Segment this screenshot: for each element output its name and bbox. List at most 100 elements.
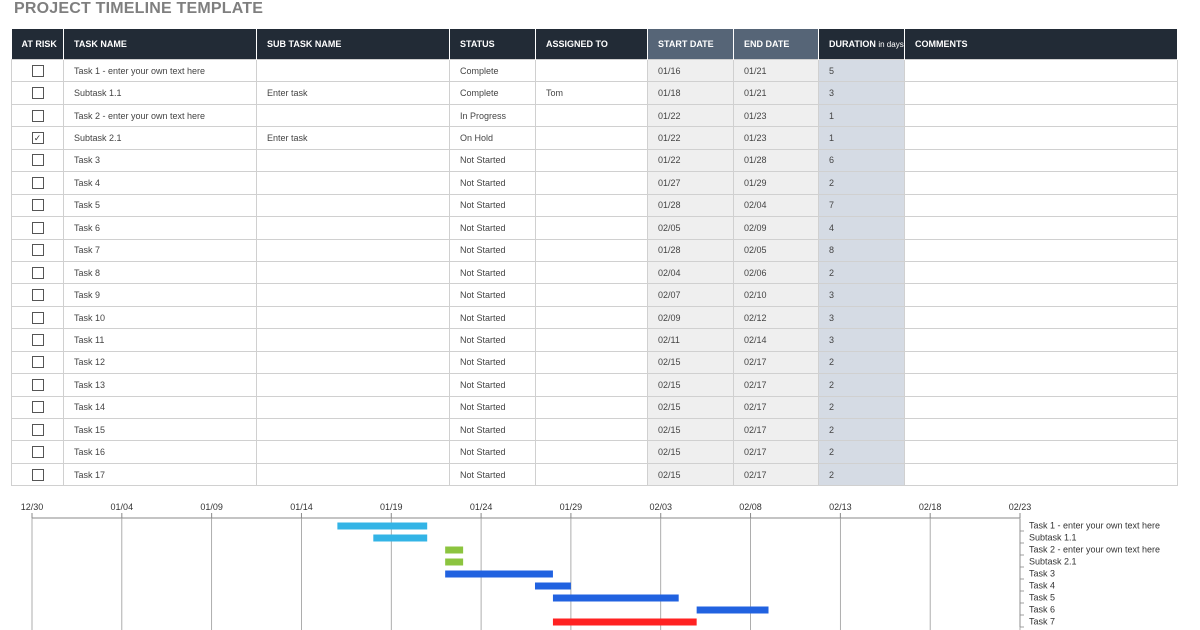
end-date-cell[interactable]: 02/09 [733, 216, 819, 240]
at-risk-checkbox[interactable] [31, 289, 44, 302]
at-risk-checkbox[interactable] [31, 333, 44, 346]
end-date-cell[interactable]: 02/17 [733, 395, 819, 420]
comments-cell[interactable] [904, 305, 1178, 330]
duration-cell[interactable]: 7 [818, 193, 905, 218]
at-risk-checkbox[interactable] [31, 109, 44, 122]
start-date-cell[interactable]: 02/11 [647, 328, 734, 352]
sub-task-cell[interactable] [256, 328, 450, 352]
comments-cell[interactable] [904, 395, 1178, 420]
assigned-to-cell[interactable]: Tom [535, 81, 648, 105]
comments-cell[interactable] [904, 103, 1178, 128]
end-date-cell[interactable]: 02/06 [733, 260, 819, 285]
sub-task-cell[interactable] [256, 417, 450, 442]
comments-cell[interactable] [904, 373, 1178, 397]
end-date-cell[interactable]: 01/23 [733, 126, 819, 150]
start-date-cell[interactable]: 01/22 [647, 148, 734, 173]
duration-cell[interactable]: 6 [818, 148, 905, 173]
end-date-cell[interactable]: 02/17 [733, 462, 819, 487]
comments-cell[interactable] [904, 126, 1178, 150]
start-date-cell[interactable]: 02/15 [647, 373, 734, 397]
end-date-cell[interactable]: 01/29 [733, 171, 819, 195]
task-name-cell[interactable]: Subtask 1.1 [63, 81, 257, 105]
status-cell[interactable]: Not Started [449, 417, 536, 442]
assigned-to-cell[interactable] [535, 260, 648, 285]
comments-cell[interactable] [904, 81, 1178, 105]
end-date-cell[interactable]: 01/21 [733, 58, 819, 83]
at-risk-checkbox[interactable] [31, 87, 44, 100]
at-risk-checkbox[interactable] [31, 221, 44, 234]
comments-cell[interactable] [904, 283, 1178, 307]
start-date-cell[interactable]: 01/16 [647, 58, 734, 83]
duration-cell[interactable]: 2 [818, 440, 905, 464]
duration-cell[interactable]: 3 [818, 81, 905, 105]
start-date-cell[interactable]: 01/28 [647, 238, 734, 262]
assigned-to-cell[interactable] [535, 440, 648, 464]
sub-task-cell[interactable] [256, 148, 450, 173]
duration-cell[interactable]: 3 [818, 305, 905, 330]
sub-task-cell[interactable]: Enter task [256, 126, 450, 150]
duration-cell[interactable]: 2 [818, 395, 905, 420]
end-date-cell[interactable]: 02/17 [733, 417, 819, 442]
duration-cell[interactable]: 1 [818, 126, 905, 150]
at-risk-checkbox[interactable] [31, 199, 44, 212]
sub-task-cell[interactable] [256, 58, 450, 83]
status-cell[interactable]: Not Started [449, 328, 536, 352]
start-date-cell[interactable]: 02/15 [647, 417, 734, 442]
assigned-to-cell[interactable] [535, 417, 648, 442]
task-name-cell[interactable]: Task 2 - enter your own text here [63, 103, 257, 128]
comments-cell[interactable] [904, 171, 1178, 195]
assigned-to-cell[interactable] [535, 328, 648, 352]
status-cell[interactable]: Not Started [449, 305, 536, 330]
end-date-cell[interactable]: 01/23 [733, 103, 819, 128]
comments-cell[interactable] [904, 440, 1178, 464]
duration-cell[interactable]: 3 [818, 328, 905, 352]
end-date-cell[interactable]: 02/17 [733, 440, 819, 464]
assigned-to-cell[interactable] [535, 103, 648, 128]
task-name-cell[interactable]: Task 6 [63, 216, 257, 240]
at-risk-checkbox[interactable] [31, 356, 44, 369]
assigned-to-cell[interactable] [535, 373, 648, 397]
sub-task-cell[interactable] [256, 440, 450, 464]
assigned-to-cell[interactable] [535, 395, 648, 420]
sub-task-cell[interactable] [256, 103, 450, 128]
duration-cell[interactable]: 4 [818, 216, 905, 240]
comments-cell[interactable] [904, 148, 1178, 173]
assigned-to-cell[interactable] [535, 283, 648, 307]
task-name-cell[interactable]: Task 10 [63, 305, 257, 330]
status-cell[interactable]: Not Started [449, 171, 536, 195]
status-cell[interactable]: Not Started [449, 260, 536, 285]
sub-task-cell[interactable] [256, 216, 450, 240]
end-date-cell[interactable]: 02/12 [733, 305, 819, 330]
end-date-cell[interactable]: 01/21 [733, 81, 819, 105]
start-date-cell[interactable]: 01/22 [647, 126, 734, 150]
duration-cell[interactable]: 2 [818, 260, 905, 285]
comments-cell[interactable] [904, 193, 1178, 218]
task-name-cell[interactable]: Task 1 - enter your own text here [63, 58, 257, 83]
status-cell[interactable]: Not Started [449, 216, 536, 240]
at-risk-checkbox[interactable] [31, 154, 44, 167]
start-date-cell[interactable]: 02/15 [647, 440, 734, 464]
duration-cell[interactable]: 8 [818, 238, 905, 262]
at-risk-checkbox[interactable] [31, 423, 44, 436]
end-date-cell[interactable]: 01/28 [733, 148, 819, 173]
at-risk-checkbox[interactable] [31, 311, 44, 324]
assigned-to-cell[interactable] [535, 216, 648, 240]
assigned-to-cell[interactable] [535, 148, 648, 173]
sub-task-cell[interactable] [256, 260, 450, 285]
comments-cell[interactable] [904, 350, 1178, 375]
at-risk-checkbox[interactable] [31, 244, 44, 257]
task-name-cell[interactable]: Task 4 [63, 171, 257, 195]
assigned-to-cell[interactable] [535, 350, 648, 375]
duration-cell[interactable]: 2 [818, 350, 905, 375]
sub-task-cell[interactable] [256, 305, 450, 330]
task-name-cell[interactable]: Task 3 [63, 148, 257, 173]
end-date-cell[interactable]: 02/10 [733, 283, 819, 307]
status-cell[interactable]: Not Started [449, 440, 536, 464]
status-cell[interactable]: Not Started [449, 148, 536, 173]
task-name-cell[interactable]: Task 7 [63, 238, 257, 262]
status-cell[interactable]: Not Started [449, 193, 536, 218]
start-date-cell[interactable]: 02/05 [647, 216, 734, 240]
comments-cell[interactable] [904, 328, 1178, 352]
task-name-cell[interactable]: Task 12 [63, 350, 257, 375]
comments-cell[interactable] [904, 462, 1178, 487]
